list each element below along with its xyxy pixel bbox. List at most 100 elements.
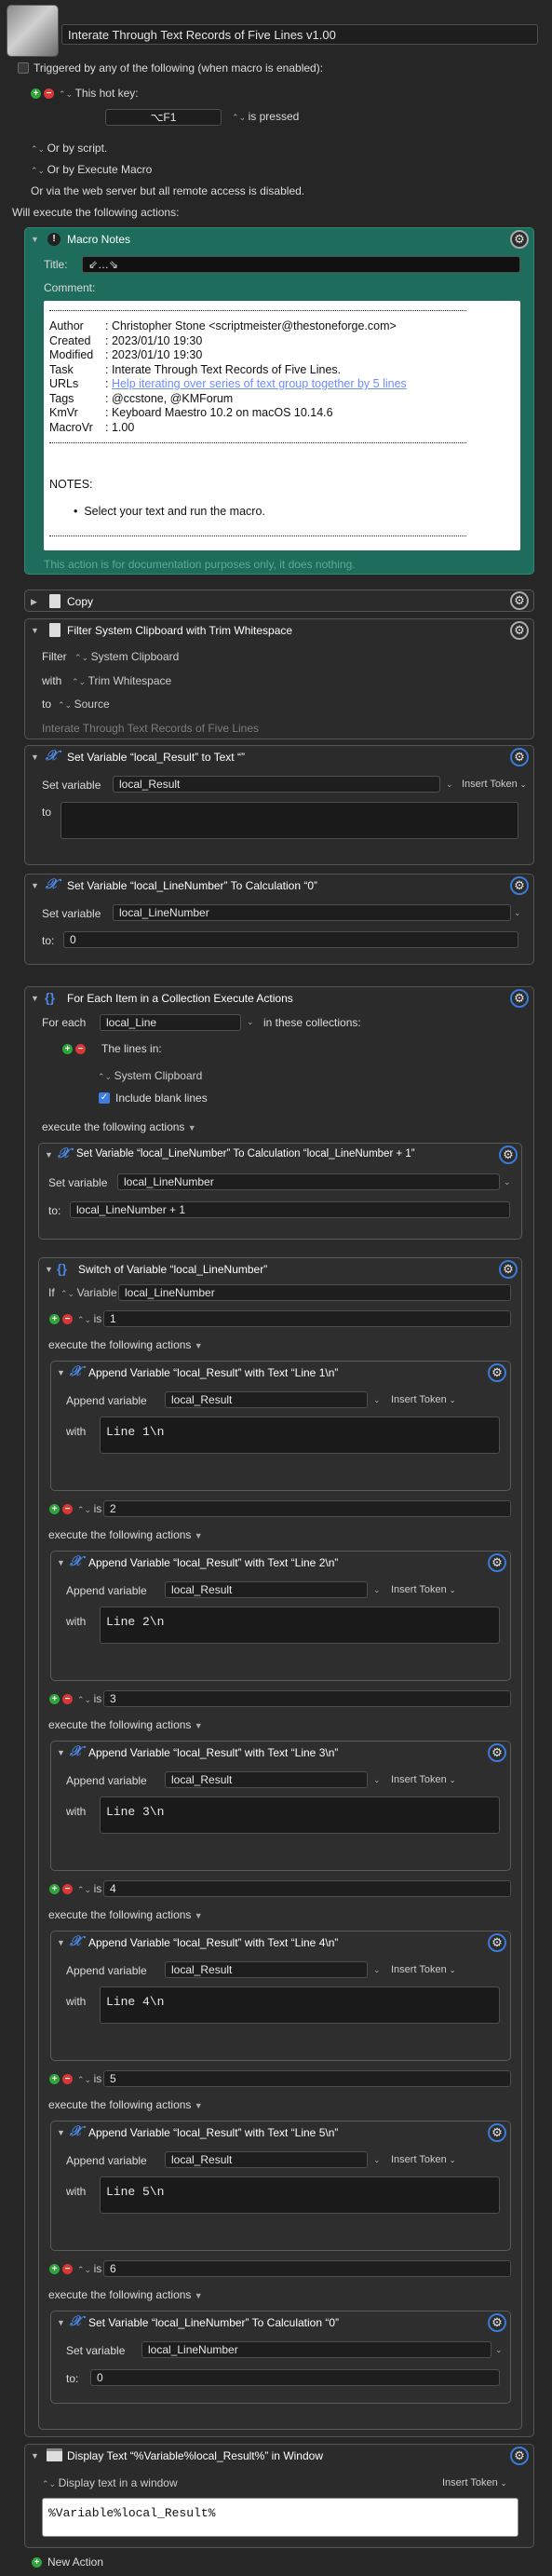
display-mode-select[interactable]: ⌃⌄ Display text in a window bbox=[42, 2476, 178, 2489]
insert-token-button[interactable]: Insert Token ⌄ bbox=[442, 2477, 507, 2488]
chevron-down-icon[interactable]: ⌄ bbox=[373, 1965, 381, 1975]
loop-variable-field[interactable]: local_Line bbox=[100, 1014, 241, 1031]
variable-name-field[interactable]: local_Result bbox=[113, 776, 440, 793]
set-linenumber-action[interactable]: ▼ 𝒳 Set Variable “local_LineNumber” To C… bbox=[24, 874, 534, 965]
add-trigger-icon[interactable]: + bbox=[31, 88, 41, 99]
switch-variable-field[interactable]: local_LineNumber bbox=[118, 1284, 511, 1301]
gear-icon[interactable]: ⚙ bbox=[488, 1933, 506, 1952]
append-text-field[interactable]: Line 5\n bbox=[100, 2176, 500, 2214]
filter-action[interactable]: ▼ Filter System Clipboard with Trim Whit… bbox=[24, 618, 534, 739]
new-action-button[interactable]: New Action bbox=[47, 2556, 103, 2569]
add-case-icon[interactable]: + bbox=[49, 1884, 60, 1894]
gear-icon[interactable]: ⚙ bbox=[510, 591, 529, 610]
notes-title-field[interactable]: ⇙…⇘ bbox=[82, 256, 520, 273]
collapse-triangle[interactable]: ▼ bbox=[31, 881, 39, 890]
set-result-action[interactable]: ▼ 𝒳 Set Variable “local_Result” to Text … bbox=[24, 745, 534, 865]
gear-icon[interactable]: ⚙ bbox=[510, 989, 529, 1008]
collapse-triangle[interactable]: ▼ bbox=[31, 626, 39, 635]
new-action-icon[interactable]: + bbox=[32, 2557, 42, 2568]
clipboard-select[interactable]: ⌃⌄ System Clipboard bbox=[98, 1069, 202, 1082]
comment-box[interactable]: Author: Christopher Stone <scriptmeister… bbox=[44, 301, 520, 550]
gear-icon[interactable]: ⚙ bbox=[488, 1743, 506, 1762]
collapse-triangle[interactable]: ▼ bbox=[45, 1150, 53, 1159]
calculation-field[interactable]: local_LineNumber + 1 bbox=[70, 1201, 510, 1218]
collapse-triangle[interactable]: ▶ bbox=[31, 597, 37, 607]
append-action[interactable]: ▼ 𝒳 Append Variable “local_Result” with Te… bbox=[50, 2121, 511, 2251]
variable-name-field[interactable]: local_Result bbox=[165, 2151, 368, 2168]
append-action[interactable]: ▼ 𝒳 Append Variable “local_Result” with Te… bbox=[50, 1741, 511, 1871]
add-collection-icon[interactable]: + bbox=[62, 1044, 73, 1054]
chevron-down-icon[interactable]: ⌄ bbox=[446, 780, 453, 790]
add-case-icon[interactable]: + bbox=[49, 1314, 60, 1324]
copy-action[interactable]: ▶ Copy ⚙ bbox=[24, 590, 534, 612]
reset-linenumber-action[interactable]: ▼ 𝒳 Set Variable “local_LineNumber” To Cal… bbox=[50, 2311, 511, 2404]
gear-icon[interactable]: ⚙ bbox=[488, 2123, 506, 2142]
hotkey-trigger-label[interactable]: ⌃⌄ This hot key: bbox=[59, 87, 139, 100]
insert-token-button[interactable]: Insert Token ⌄ bbox=[391, 1394, 456, 1405]
chevron-down-icon[interactable]: ⌄ bbox=[373, 2155, 381, 2165]
chevron-down-icon[interactable]: ⌄ bbox=[247, 1017, 254, 1027]
insert-token-button[interactable]: Insert Token ⌄ bbox=[391, 1964, 456, 1975]
gear-icon[interactable]: ⚙ bbox=[499, 1260, 518, 1279]
collapse-triangle[interactable]: ▼ bbox=[31, 2451, 39, 2461]
remove-case-icon[interactable]: − bbox=[62, 1694, 73, 1704]
chevron-down-icon[interactable]: ⌄ bbox=[373, 1585, 381, 1595]
gear-icon[interactable]: ⚙ bbox=[510, 876, 529, 895]
calculation-field[interactable]: 0 bbox=[63, 931, 518, 948]
remove-case-icon[interactable]: − bbox=[62, 2264, 73, 2274]
add-case-icon[interactable]: + bbox=[49, 1694, 60, 1704]
gear-icon[interactable]: ⚙ bbox=[510, 748, 529, 766]
variable-name-field[interactable]: local_LineNumber bbox=[141, 2341, 491, 2358]
macro-icon[interactable] bbox=[7, 5, 59, 57]
collapse-triangle[interactable]: ▼ bbox=[57, 2128, 65, 2137]
insert-token-button[interactable]: Insert Token ⌄ bbox=[391, 1584, 456, 1595]
remove-collection-icon[interactable]: − bbox=[75, 1044, 86, 1054]
add-case-icon[interactable]: + bbox=[49, 2074, 60, 2084]
include-blank-checkbox[interactable]: ✓ bbox=[99, 1092, 110, 1104]
case-value-field[interactable]: 6 bbox=[103, 2260, 511, 2277]
case-operator-select[interactable]: ⌃⌄ is bbox=[77, 2262, 101, 2275]
for-each-action[interactable]: ▼ {} For Each Item in a Collection Execu… bbox=[24, 986, 534, 2437]
chevron-down-icon[interactable]: ⌄ bbox=[373, 1775, 381, 1785]
append-action[interactable]: ▼ 𝒳 Append Variable “local_Result” with Te… bbox=[50, 1361, 511, 1491]
gear-icon[interactable]: ⚙ bbox=[510, 621, 529, 640]
append-action[interactable]: ▼ 𝒳 Append Variable “local_Result” with Te… bbox=[50, 1931, 511, 2061]
url-link[interactable]: Help iterating over series of text group… bbox=[112, 377, 407, 390]
display-text-action[interactable]: ▼ Display Text “%Variable%local_Result%”… bbox=[24, 2444, 534, 2548]
filter-destination-select[interactable]: ⌃⌄ Source bbox=[58, 698, 110, 711]
chevron-down-icon[interactable]: ⌄ bbox=[514, 908, 521, 918]
case-operator-select[interactable]: ⌃⌄ is bbox=[77, 2072, 101, 2085]
case-value-field[interactable]: 4 bbox=[103, 1880, 511, 1897]
collapse-triangle[interactable]: ▼ bbox=[57, 2318, 65, 2327]
switch-action[interactable]: ▼ {} Switch of Variable “local_LineNumbe… bbox=[38, 1257, 522, 2430]
gear-icon[interactable]: ⚙ bbox=[499, 1146, 518, 1164]
increment-action[interactable]: ▼ 𝒳 Set Variable “local_LineNumber” To C… bbox=[38, 1143, 522, 1240]
chevron-down-icon[interactable]: ⌄ bbox=[373, 1395, 381, 1405]
case-value-field[interactable]: 3 bbox=[103, 1690, 511, 1707]
collapse-triangle[interactable]: ▼ bbox=[31, 994, 39, 1003]
case-value-field[interactable]: 2 bbox=[103, 1500, 511, 1517]
variable-name-field[interactable]: local_Result bbox=[165, 1391, 368, 1408]
chevron-down-icon[interactable]: ⌄ bbox=[504, 1177, 511, 1187]
case-operator-select[interactable]: ⌃⌄ is bbox=[77, 1692, 101, 1705]
remove-case-icon[interactable]: − bbox=[62, 2074, 73, 2084]
gear-icon[interactable]: ⚙ bbox=[510, 2447, 529, 2465]
insert-token-button[interactable]: Insert Token ⌄ bbox=[391, 1774, 456, 1785]
variable-type-select[interactable]: ⌃⌄ Variable bbox=[61, 1286, 117, 1299]
variable-name-field[interactable]: local_Result bbox=[165, 1961, 368, 1978]
variable-name-field[interactable]: local_LineNumber bbox=[117, 1173, 500, 1190]
insert-token-button[interactable]: Insert Token ⌄ bbox=[462, 779, 527, 790]
collapse-triangle[interactable]: ▼ bbox=[57, 1558, 65, 1567]
hotkey-field[interactable]: ⌥F1 bbox=[105, 109, 222, 126]
remove-case-icon[interactable]: − bbox=[62, 1884, 73, 1894]
filter-source-select[interactable]: ⌃⌄ System Clipboard bbox=[74, 650, 179, 663]
triggered-checkbox[interactable] bbox=[18, 62, 29, 74]
filter-type-select[interactable]: ⌃⌄ Trim Whitespace bbox=[72, 674, 171, 687]
remove-trigger-icon[interactable]: − bbox=[44, 88, 54, 99]
gear-icon[interactable]: ⚙ bbox=[488, 1363, 506, 1382]
collapse-triangle[interactable]: ▼ bbox=[57, 1368, 65, 1377]
append-text-field[interactable]: Line 4\n bbox=[100, 1986, 500, 2024]
variable-name-field[interactable]: local_Result bbox=[165, 1581, 368, 1598]
collapse-triangle[interactable]: ▼ bbox=[45, 1265, 53, 1274]
gear-icon[interactable]: ⚙ bbox=[510, 230, 529, 249]
